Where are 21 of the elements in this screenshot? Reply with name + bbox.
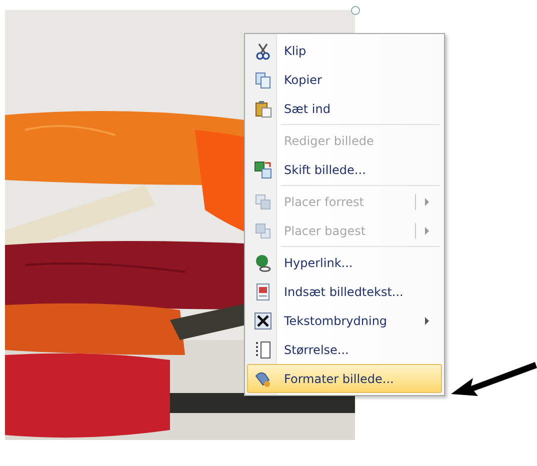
menu-item[interactable]: Tekstombrydning xyxy=(247,306,442,335)
resize-handle[interactable] xyxy=(351,6,360,15)
menu-item[interactable]: Klip xyxy=(247,36,442,65)
scissors-icon xyxy=(256,42,270,60)
menu-item[interactable]: Indsæt billedtekst... xyxy=(247,277,442,306)
caption-icon xyxy=(256,283,270,300)
menu-item[interactable]: Formater billede... xyxy=(247,364,442,393)
bring-forward-icon xyxy=(256,194,270,209)
menu-item[interactable]: Størrelse... xyxy=(247,335,442,364)
menu-item[interactable]: Skift billede... xyxy=(247,155,442,184)
size-icon xyxy=(256,341,270,358)
menu-item[interactable]: Kopier xyxy=(247,65,442,94)
copy-icon xyxy=(256,72,270,88)
globe-link-icon xyxy=(256,254,271,272)
text-wrap-icon xyxy=(254,312,272,329)
send-backward-icon xyxy=(256,223,270,238)
swap-picture-icon xyxy=(254,161,272,178)
menu-item[interactable]: Hyperlink... xyxy=(247,248,442,277)
clipboard-icon xyxy=(256,100,272,117)
format-picture-icon xyxy=(256,372,270,386)
menu-item[interactable]: Sæt ind xyxy=(247,94,442,123)
